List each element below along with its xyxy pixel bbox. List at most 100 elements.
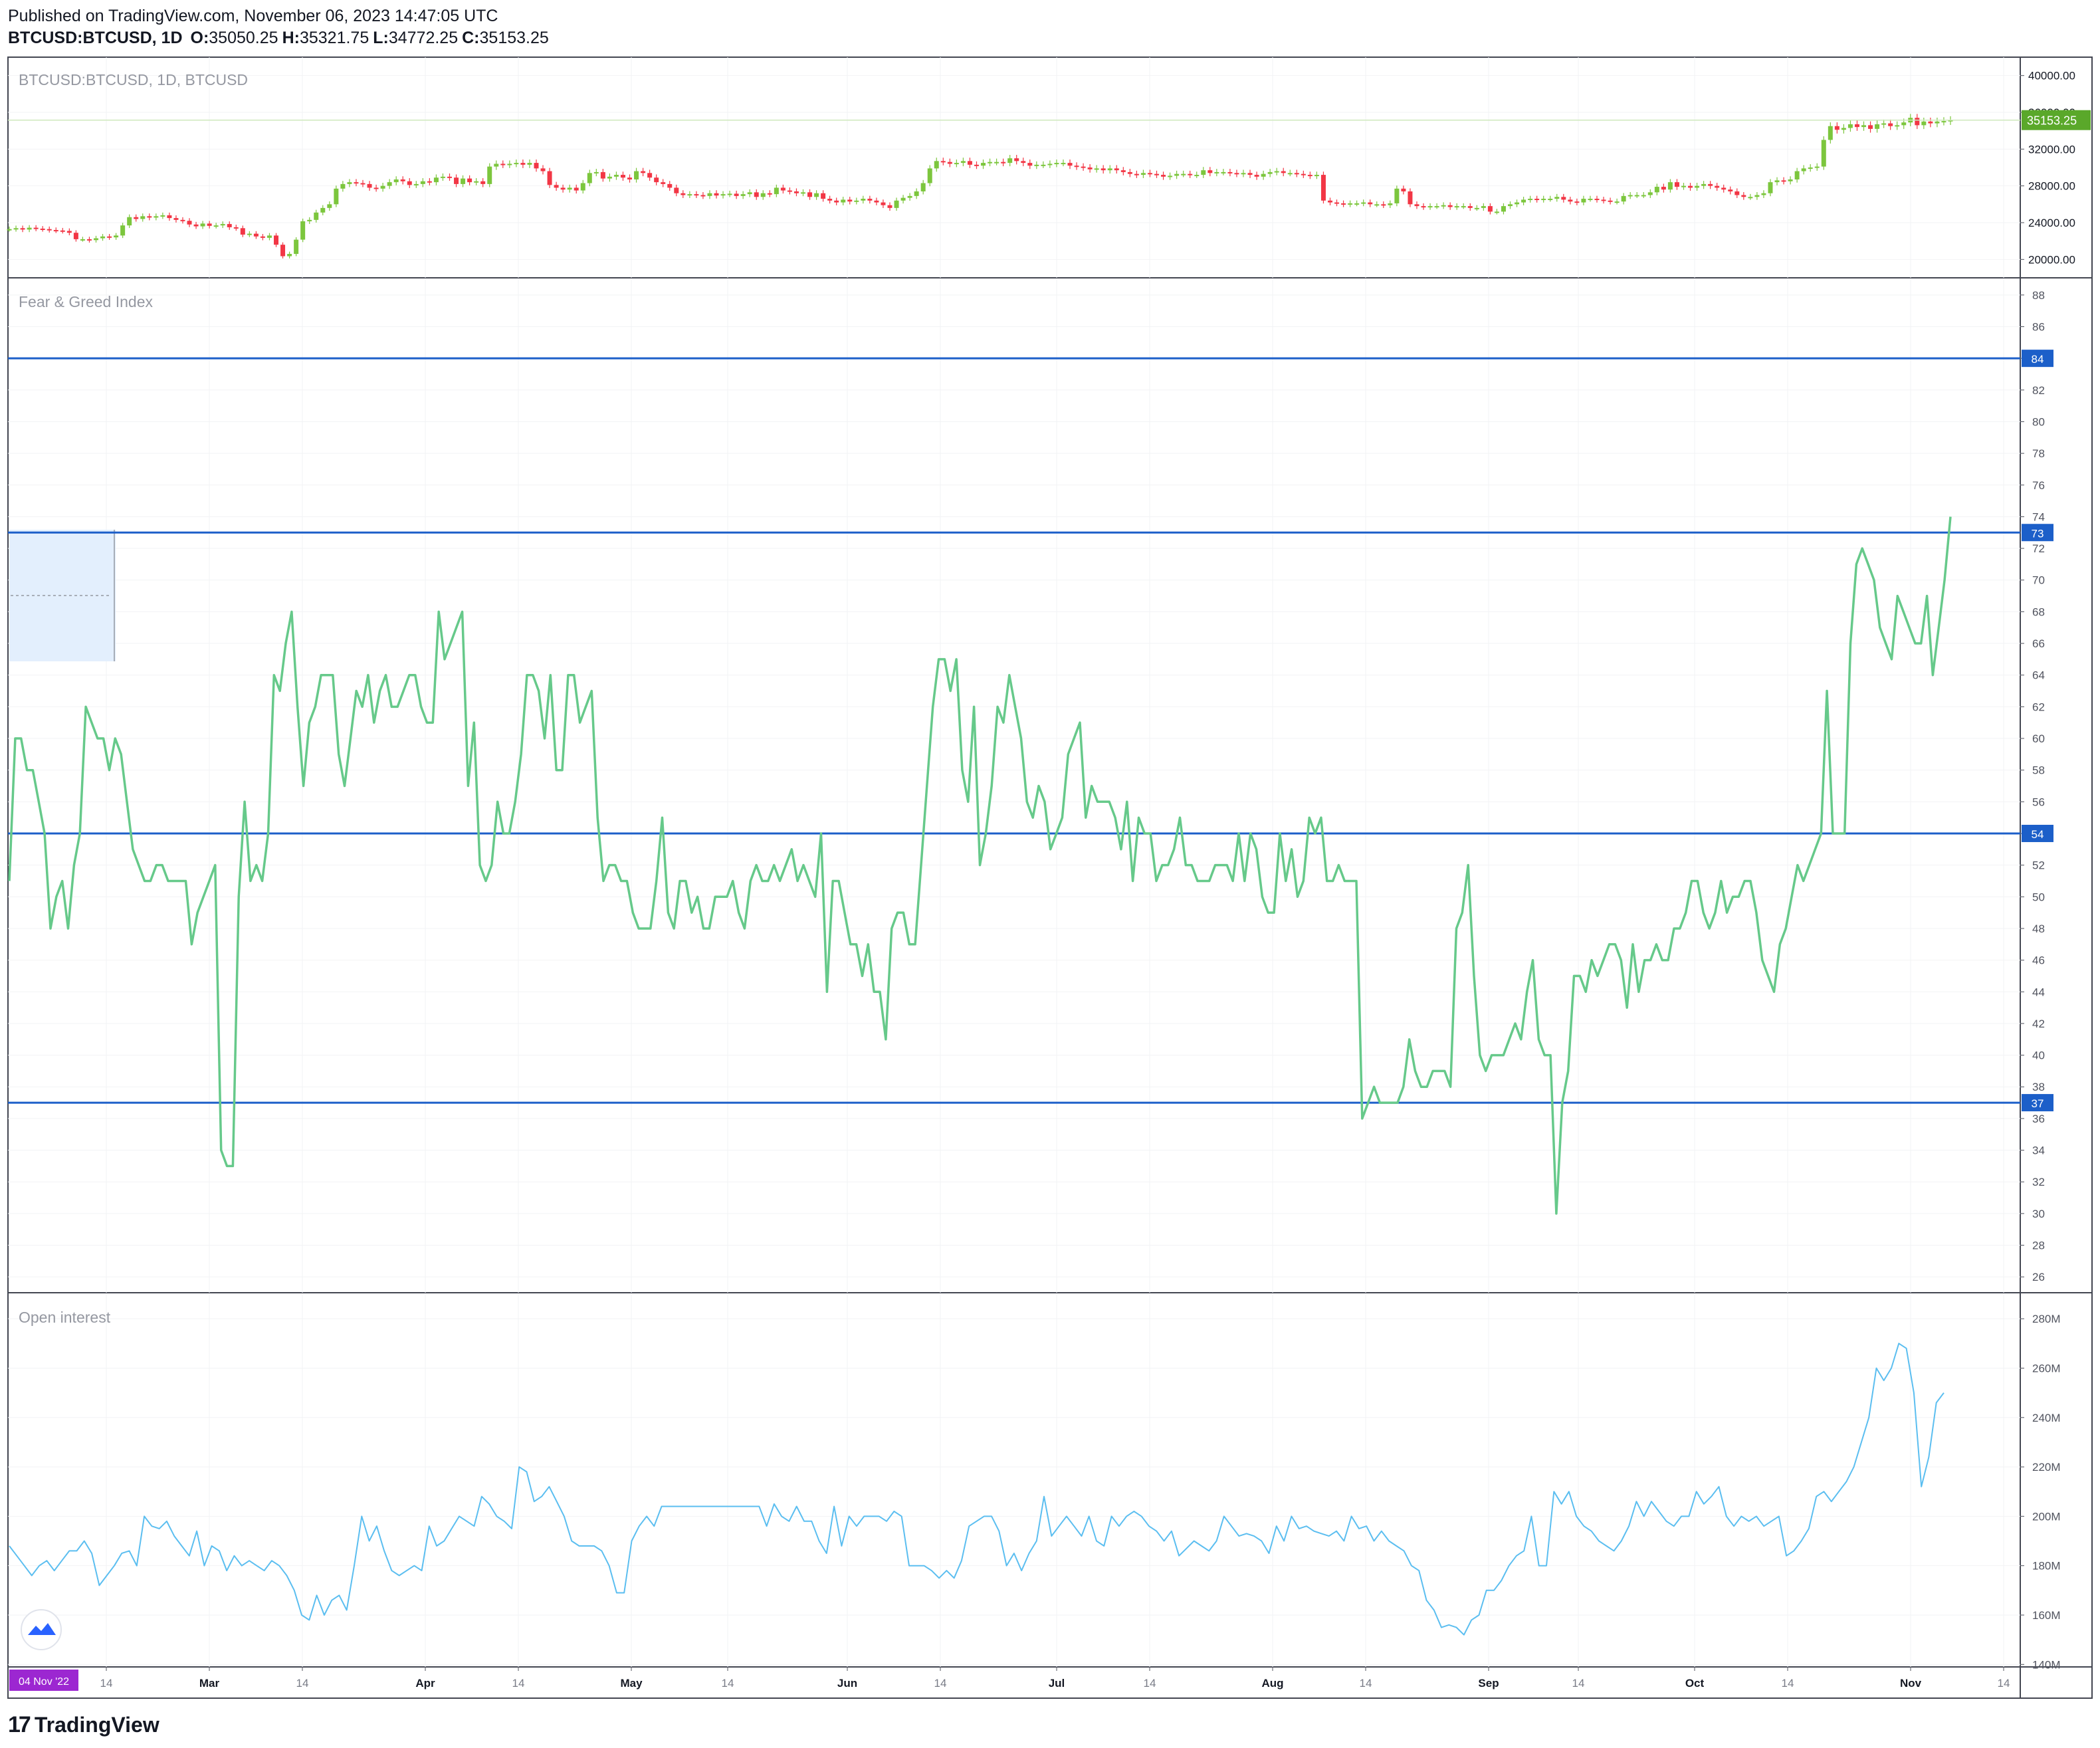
candle-body	[1721, 187, 1727, 190]
candle-body	[1054, 163, 1059, 165]
candle-body	[967, 161, 972, 165]
candle-body	[114, 235, 119, 238]
candle-body	[1921, 121, 1927, 126]
candle-body	[240, 228, 245, 235]
candle-body	[1067, 163, 1073, 166]
candle-body	[1487, 206, 1493, 212]
fg-tick-label: 46	[2032, 954, 2045, 967]
tradingview-logo[interactable]: 17 TradingView	[8, 1708, 159, 1741]
fg-tick-label: 42	[2032, 1018, 2045, 1030]
candle-body	[1467, 206, 1473, 208]
candle-body	[387, 182, 392, 186]
candle-body	[40, 228, 45, 230]
candle-body	[1728, 189, 1733, 191]
candle-body	[334, 188, 339, 205]
candle-body	[147, 216, 152, 218]
candle-body	[1227, 171, 1233, 173]
candle-body	[1808, 167, 1813, 169]
fg-tick-label: 72	[2032, 542, 2045, 555]
candle-body	[1928, 121, 1933, 124]
candle-body	[227, 224, 232, 227]
time-tick-label: Jul	[1049, 1677, 1065, 1690]
candle-body	[881, 202, 886, 205]
candle-body	[407, 181, 412, 185]
candle-body	[420, 181, 425, 184]
candle-body	[1814, 166, 1820, 168]
candle-body	[947, 162, 952, 164]
candle-body	[807, 192, 813, 197]
oi-tick-label: 220M	[2032, 1461, 2061, 1474]
candle-body	[727, 193, 732, 195]
fg-tick-label: 60	[2032, 732, 2045, 745]
candle-body	[1087, 167, 1093, 169]
candle-body	[1001, 162, 1006, 164]
candle-body	[1208, 170, 1213, 173]
fg-tick-label: 78	[2032, 447, 2045, 460]
candle-body	[793, 191, 799, 193]
candle-body	[1667, 182, 1673, 190]
candle-body	[380, 185, 385, 189]
candle-body	[914, 191, 919, 196]
candle-body	[1188, 173, 1193, 175]
tv-watermark-bubble	[21, 1609, 62, 1650]
candle-body	[1381, 204, 1386, 206]
candle-body	[1901, 122, 1907, 126]
fg-tick-label: 40	[2032, 1049, 2045, 1062]
candle-body	[1127, 171, 1132, 174]
candle-body	[1134, 173, 1139, 175]
candle-body	[1661, 187, 1666, 190]
candle-body	[607, 176, 612, 179]
candle-body	[1774, 180, 1780, 183]
candle-body	[1241, 173, 1246, 175]
chart-area[interactable]: 14 Mar 14 Apr 14 May 14 Jun 14 Jul 14 Aug 14 Sep 14 Oct…	[0, 0, 2100, 1748]
candle-body	[287, 254, 292, 257]
candle-body	[847, 199, 853, 202]
oi-tick-label: 280M	[2032, 1313, 2061, 1325]
candle-body	[1161, 175, 1166, 177]
fg-tick-label: 48	[2032, 923, 2045, 935]
oi-tick-label: 140M	[2032, 1658, 2061, 1671]
time-tick-label: 14	[934, 1677, 947, 1690]
candle-body	[1307, 175, 1312, 177]
candle-body	[1408, 191, 1413, 205]
candle-body	[1748, 197, 1753, 199]
candle-body	[1147, 173, 1152, 175]
candle-body	[187, 221, 192, 225]
candle-body	[707, 193, 712, 196]
candle-body	[427, 181, 432, 183]
candle-body	[1841, 128, 1846, 130]
date-badge-label: 04 Nov '22	[19, 1676, 69, 1688]
candle-body	[613, 175, 619, 177]
candle-body	[20, 228, 25, 230]
fg-tick-label: 28	[2032, 1240, 2045, 1252]
candle-body	[247, 233, 252, 235]
candle-body	[1061, 163, 1066, 165]
candle-body	[974, 164, 979, 166]
candle-body	[1214, 171, 1219, 173]
candle-body	[1341, 203, 1346, 205]
price-tick-label: 40000.00	[2028, 70, 2075, 82]
candle-body	[253, 233, 259, 237]
time-tick-label: Aug	[1261, 1677, 1283, 1690]
candle-body	[740, 194, 746, 196]
fg-tick-label: 66	[2032, 637, 2045, 650]
candle-body	[47, 229, 52, 231]
candle-body	[300, 221, 306, 240]
candle-body	[1834, 126, 1839, 130]
candle-body	[260, 236, 265, 238]
tv-logo-icon: 17	[8, 1711, 31, 1737]
candle-body	[1534, 199, 1540, 201]
candle-body	[1361, 202, 1366, 204]
candle-body	[1334, 202, 1340, 204]
candle-body	[940, 161, 946, 163]
candle-body	[173, 218, 179, 220]
candle-body	[1861, 125, 1867, 128]
candle-body	[1768, 182, 1773, 193]
fg-tick-label: 82	[2032, 384, 2045, 397]
candle-body	[294, 239, 299, 255]
candle-body	[1327, 200, 1332, 203]
open-interest-line	[9, 1343, 1944, 1636]
candle-body	[1741, 195, 1746, 197]
candle-body	[780, 187, 786, 191]
candle-body	[900, 197, 906, 201]
